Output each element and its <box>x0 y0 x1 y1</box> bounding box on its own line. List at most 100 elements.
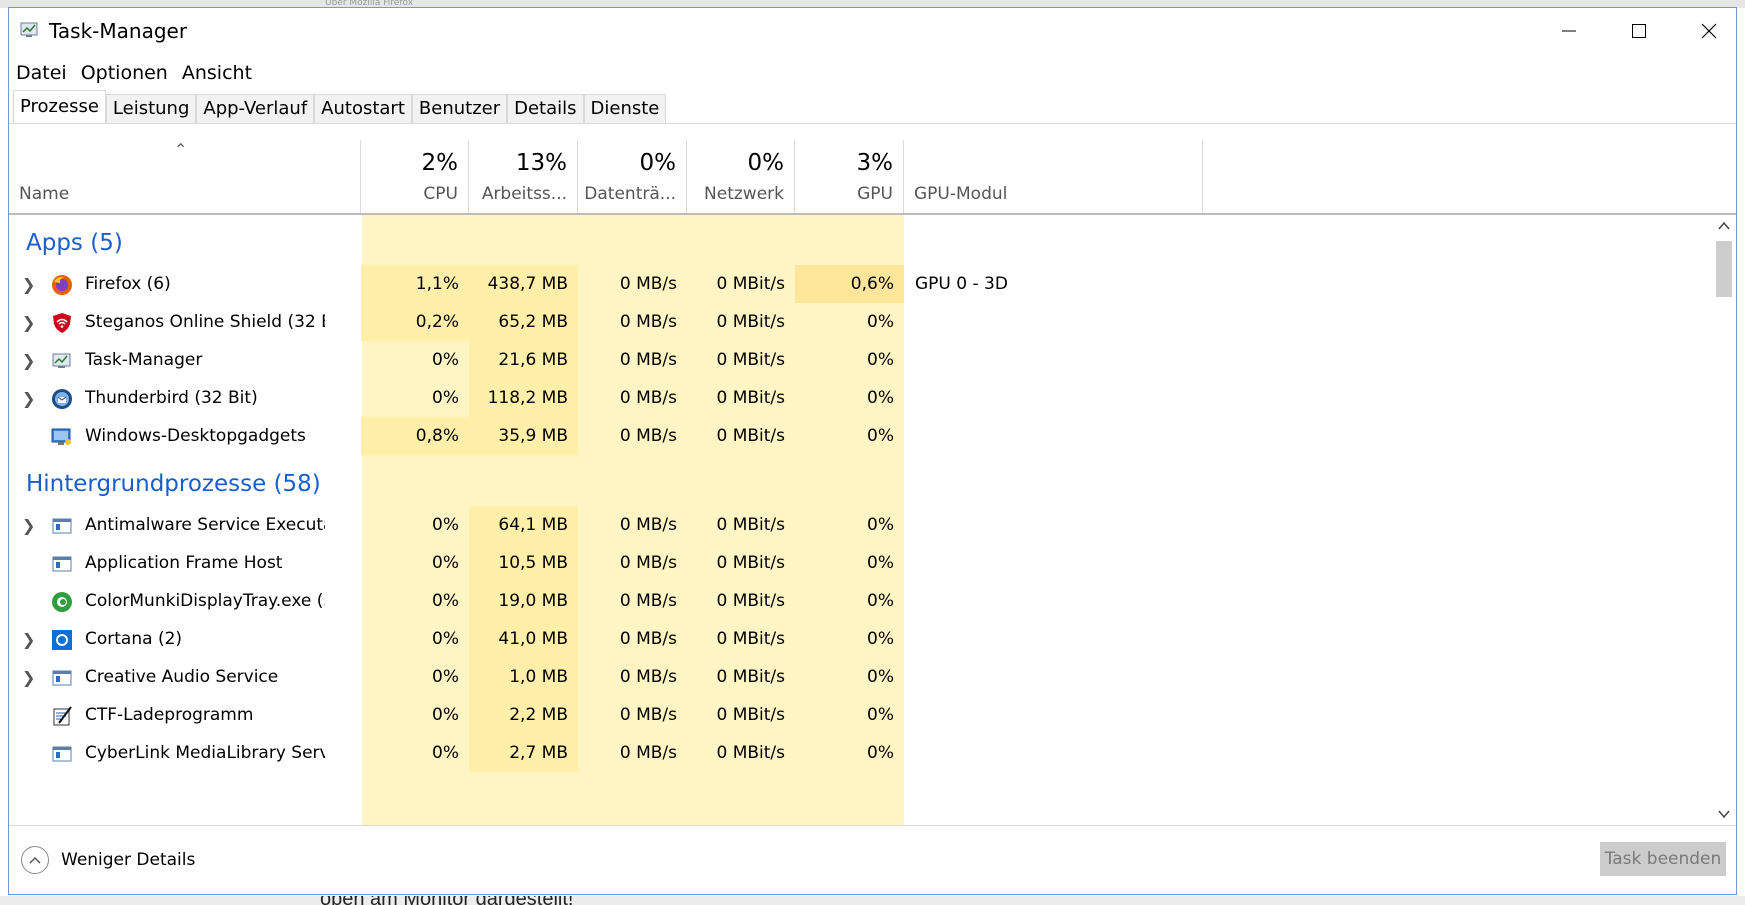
table-row[interactable]: CTF-Ladeprogramm 0% 2,2 MB 0 MB/s 0 MBit/s 0% <box>9 696 1709 737</box>
table-row[interactable]: ❯ Cortana (2) 0% 41,0 MB 0 MB/s 0 MBit/s 0% <box>9 620 1709 661</box>
gpu-value: 0% <box>867 312 894 332</box>
column-header-gpu-module[interactable]: GPU-Modul <box>904 140 1203 213</box>
close-button[interactable] <box>1674 8 1736 54</box>
maximize-button[interactable] <box>1604 8 1674 54</box>
service-window-icon <box>51 515 73 537</box>
memory-value: 2,2 MB <box>509 705 568 725</box>
cpu-label: CPU <box>423 184 458 204</box>
tab-details[interactable]: Details <box>507 94 584 124</box>
tab-autostart[interactable]: Autostart <box>314 94 412 124</box>
process-name: Creative Audio Service <box>85 667 279 687</box>
column-header-gpu[interactable]: 3% GPU <box>795 140 904 213</box>
gpu-value: 0% <box>867 705 894 725</box>
network-value: 0 MBit/s <box>716 426 785 446</box>
window-title: Task-Manager <box>49 19 188 43</box>
table-row[interactable]: ColorMunkiDisplayTray.exe (32 ... 0% 19,0 … <box>9 582 1709 623</box>
task-manager-icon <box>20 22 38 37</box>
tab-app-verlauf[interactable]: App-Verlauf <box>196 94 315 124</box>
cpu-value: 0,8% <box>415 426 459 446</box>
desktop-gadgets-icon <box>51 426 73 448</box>
menu-ansicht[interactable]: Ansicht <box>175 58 259 88</box>
expand-chevron-icon[interactable]: ❯ <box>22 630 35 649</box>
table-row[interactable]: Windows-Desktopgadgets 0,8% 35,9 MB 0 MB/s 0… <box>9 417 1709 458</box>
process-name: Cortana (2) <box>85 629 183 649</box>
collapse-details-icon[interactable] <box>21 846 49 874</box>
network-value: 0 MBit/s <box>716 553 785 573</box>
memory-value: 19,0 MB <box>498 591 568 611</box>
network-value: 0 MBit/s <box>716 629 785 649</box>
menu-datei[interactable]: Datei <box>9 58 74 88</box>
gpu-value: 0% <box>867 743 894 763</box>
vertical-scrollbar[interactable] <box>1714 215 1734 825</box>
expand-chevron-icon[interactable]: ❯ <box>22 389 35 408</box>
tab-benutzer[interactable]: Benutzer <box>411 94 508 124</box>
gpu-value: 0% <box>867 426 894 446</box>
group-background-processes[interactable]: Hintergrundprozesse (58) <box>26 471 321 497</box>
table-row[interactable]: ❯ Task-Manager 0% 21,6 MB 0 MB/s 0 MBit/s 0% <box>9 341 1709 382</box>
scroll-thumb[interactable] <box>1716 241 1732 297</box>
cpu-value: 0% <box>432 591 459 611</box>
disk-value: 0 MB/s <box>619 553 677 573</box>
memory-value: 1,0 MB <box>509 667 568 687</box>
column-header-network[interactable]: 0% Netzwerk <box>687 140 795 213</box>
column-header-disk[interactable]: 0% Datenträ... <box>578 140 687 213</box>
expand-chevron-icon[interactable]: ❯ <box>22 516 35 535</box>
expand-chevron-icon[interactable]: ❯ <box>22 351 35 370</box>
sort-ascending-icon: ⌃ <box>174 140 188 159</box>
disk-value: 0 MB/s <box>619 274 677 294</box>
gpu-value: 0% <box>867 388 894 408</box>
table-row[interactable]: ❯ Antimalware Service Executable 0% 64,1 MB… <box>9 506 1709 547</box>
tab-dienste[interactable]: Dienste <box>583 94 667 124</box>
column-header: ⌃ Name 2% CPU 13% Arbeitss... 0% Datentr… <box>9 140 1736 213</box>
menu-bar: Datei Optionen Ansicht <box>9 58 259 88</box>
gpu-value: 0% <box>867 667 894 687</box>
gpu-value: 0,6% <box>850 274 894 294</box>
cpu-value: 0,2% <box>415 312 459 332</box>
less-details-link[interactable]: Weniger Details <box>61 850 195 870</box>
cpu-value: 0% <box>432 743 459 763</box>
group-apps[interactable]: Apps (5) <box>26 230 123 256</box>
tab-leistung[interactable]: Leistung <box>105 94 197 124</box>
cpu-value: 0% <box>432 515 459 535</box>
disk-value: 0 MB/s <box>619 705 677 725</box>
disk-value: 0 MB/s <box>619 426 677 446</box>
menu-optionen[interactable]: Optionen <box>74 58 175 88</box>
expand-chevron-icon[interactable]: ❯ <box>22 668 35 687</box>
column-header-cpu[interactable]: 2% CPU <box>361 140 469 213</box>
table-row[interactable]: CyberLink MediaLibrary Service (... 0% 2,7… <box>9 734 1709 775</box>
network-value: 0 MBit/s <box>716 591 785 611</box>
table-row[interactable]: Application Frame Host 0% 10,5 MB 0 MB/s 0 M… <box>9 544 1709 585</box>
disk-value: 0 MB/s <box>619 743 677 763</box>
process-name: ColorMunkiDisplayTray.exe (32 ... <box>85 591 325 611</box>
table-row[interactable]: ❯ Firefox (6) 1,1% 438,7 MB 0 MB/s 0 MBit/s 0,… <box>9 265 1709 306</box>
expand-chevron-icon[interactable]: ❯ <box>22 275 35 294</box>
tab-bar: Prozesse Leistung App-Verlauf Autostart … <box>13 90 667 124</box>
table-row[interactable]: ❯ Creative Audio Service 0% 1,0 MB 0 MB/s 0 M… <box>9 658 1709 699</box>
service-window-icon <box>51 553 73 575</box>
scroll-down-icon[interactable] <box>1718 809 1730 819</box>
network-label: Netzwerk <box>704 184 784 204</box>
gpu-value: 0% <box>867 350 894 370</box>
expand-chevron-icon[interactable]: ❯ <box>22 313 35 332</box>
minimize-button[interactable] <box>1534 8 1604 54</box>
memory-value: 35,9 MB <box>498 426 568 446</box>
table-row[interactable]: ❯ Steganos Online Shield (32 Bit) (... 0,2… <box>9 303 1709 344</box>
task-manager-window: Task-Manager Datei Optionen Ansicht Proz… <box>8 7 1737 895</box>
cpu-value: 0% <box>432 388 459 408</box>
end-task-button[interactable]: Task beenden <box>1600 842 1726 876</box>
disk-value: 0 MB/s <box>619 629 677 649</box>
process-name: Windows-Desktopgadgets <box>85 426 306 446</box>
table-row[interactable]: ❯ Thunderbird (32 Bit) 0% 118,2 MB 0 MB/s 0 M… <box>9 379 1709 420</box>
scroll-up-icon[interactable] <box>1718 221 1730 231</box>
disk-total: 0% <box>639 150 677 176</box>
close-icon <box>1701 23 1717 39</box>
title-bar[interactable]: Task-Manager <box>9 8 1736 54</box>
disk-value: 0 MB/s <box>619 515 677 535</box>
network-value: 0 MBit/s <box>716 388 785 408</box>
tab-prozesse[interactable]: Prozesse <box>13 90 106 124</box>
gpu-value: 0% <box>867 591 894 611</box>
maximize-icon <box>1632 24 1646 38</box>
column-header-name[interactable]: ⌃ Name <box>9 140 361 213</box>
column-header-memory[interactable]: 13% Arbeitss... <box>469 140 578 213</box>
disk-value: 0 MB/s <box>619 388 677 408</box>
